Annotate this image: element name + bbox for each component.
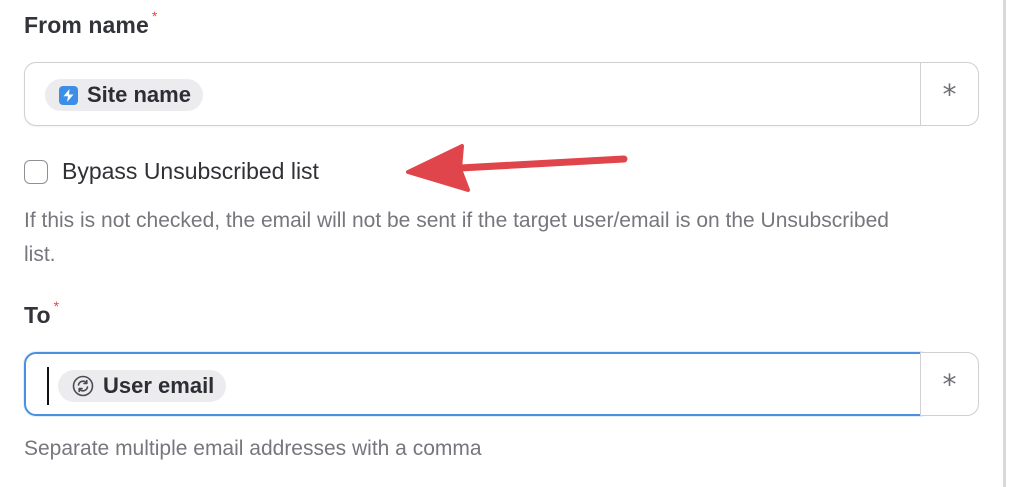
bypass-unsubscribed-row[interactable]: Bypass Unsubscribed list	[24, 158, 319, 185]
user-email-token[interactable]: User email	[58, 370, 227, 402]
from-name-label: From name *	[24, 8, 157, 39]
from-name-input[interactable]: Site name	[24, 62, 921, 126]
to-input[interactable]: User email	[24, 352, 922, 416]
panel-divider	[1003, 0, 1006, 487]
email-settings-panel: From name * Site name * Bypass Unsubscrib…	[0, 0, 1024, 487]
cycle-icon	[72, 375, 94, 397]
lightning-icon	[59, 85, 78, 105]
bypass-help-text: If this is not checked, the email will n…	[24, 209, 889, 266]
bypass-unsubscribed-checkbox[interactable]	[24, 159, 48, 184]
asterisk-icon: *	[942, 367, 957, 401]
asterisk-icon: *	[942, 77, 957, 111]
site-name-token-label: Site name	[87, 82, 191, 107]
required-indicator: *	[53, 298, 60, 314]
required-indicator: *	[151, 8, 158, 24]
text-caret	[47, 367, 49, 405]
user-email-token-label: User email	[103, 373, 215, 398]
from-name-label-text: From name	[24, 12, 149, 38]
site-name-token[interactable]: Site name	[45, 79, 203, 111]
from-name-field[interactable]: Site name *	[24, 62, 979, 126]
to-label: To *	[24, 298, 59, 329]
annotation-arrow	[406, 144, 628, 192]
to-field[interactable]: User email *	[24, 352, 979, 416]
to-variable-button[interactable]: *	[920, 352, 979, 416]
from-name-variable-button[interactable]: *	[920, 62, 979, 126]
bypass-unsubscribed-label[interactable]: Bypass Unsubscribed list	[62, 158, 319, 185]
to-label-text: To	[24, 302, 51, 328]
to-help-text: Separate multiple email addresses with a…	[24, 437, 482, 460]
